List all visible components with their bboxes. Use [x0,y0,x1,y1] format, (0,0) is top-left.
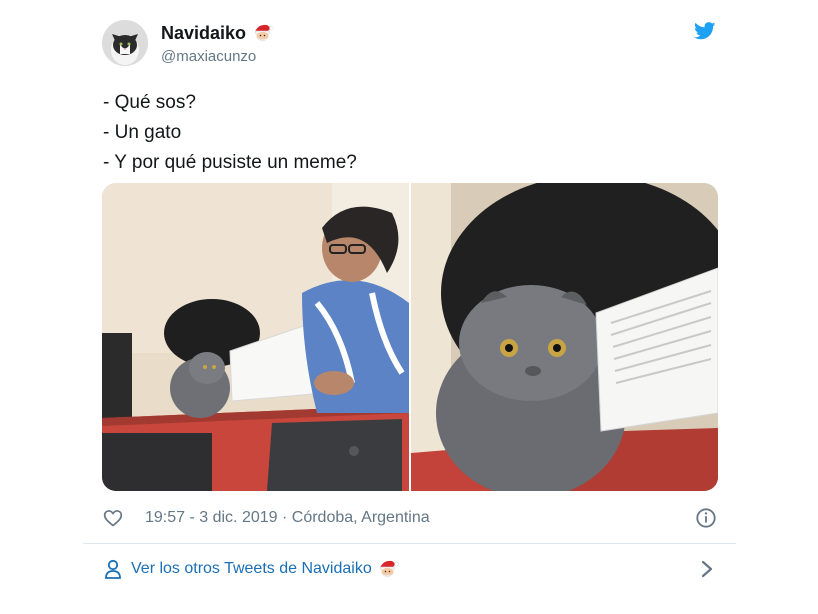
media-photo-left[interactable] [102,183,409,491]
tweet-media [102,183,718,491]
tweet-line: - Y por qué pusiste un meme? [103,152,357,173]
santa-emoji-icon [379,560,399,578]
avatar[interactable] [102,20,148,66]
cat-closeup-photo [411,183,718,491]
santa-emoji-icon [254,24,274,42]
tweet-line: - Un gato [103,122,182,143]
person-icon [105,559,121,579]
more-tweets-label[interactable]: Ver los otros Tweets de Navidaiko [131,560,372,578]
timestamp-location[interactable]: 19:57 - 3 dic. 2019 · Córdoba, Argentina [145,509,430,527]
chevron-right-icon[interactable] [700,559,714,579]
display-name[interactable]: Navidaiko [161,23,246,44]
cat-avatar-image [102,20,148,66]
twitter-bird-icon[interactable] [694,22,716,40]
tweet-text: - Qué sos? - Un gato - Y por qué pusiste… [103,88,357,178]
media-photo-right[interactable] [411,183,718,491]
handle[interactable]: @maxiacunzo [161,48,256,65]
tweet-card: Navidaiko @maxiacunzo - Qué sos? - Un ga… [0,0,818,614]
woman-and-cat-photo [102,183,409,491]
info-icon[interactable] [695,507,717,529]
heart-icon[interactable] [103,508,123,528]
author-name-row[interactable]: Navidaiko [161,22,274,44]
tweet-meta-row: 19:57 - 3 dic. 2019 · Córdoba, Argentina [103,506,717,530]
divider [83,543,736,544]
tweet-line: - Qué sos? [103,92,196,113]
more-tweets-link[interactable]: Ver los otros Tweets de Navidaiko [104,556,399,582]
